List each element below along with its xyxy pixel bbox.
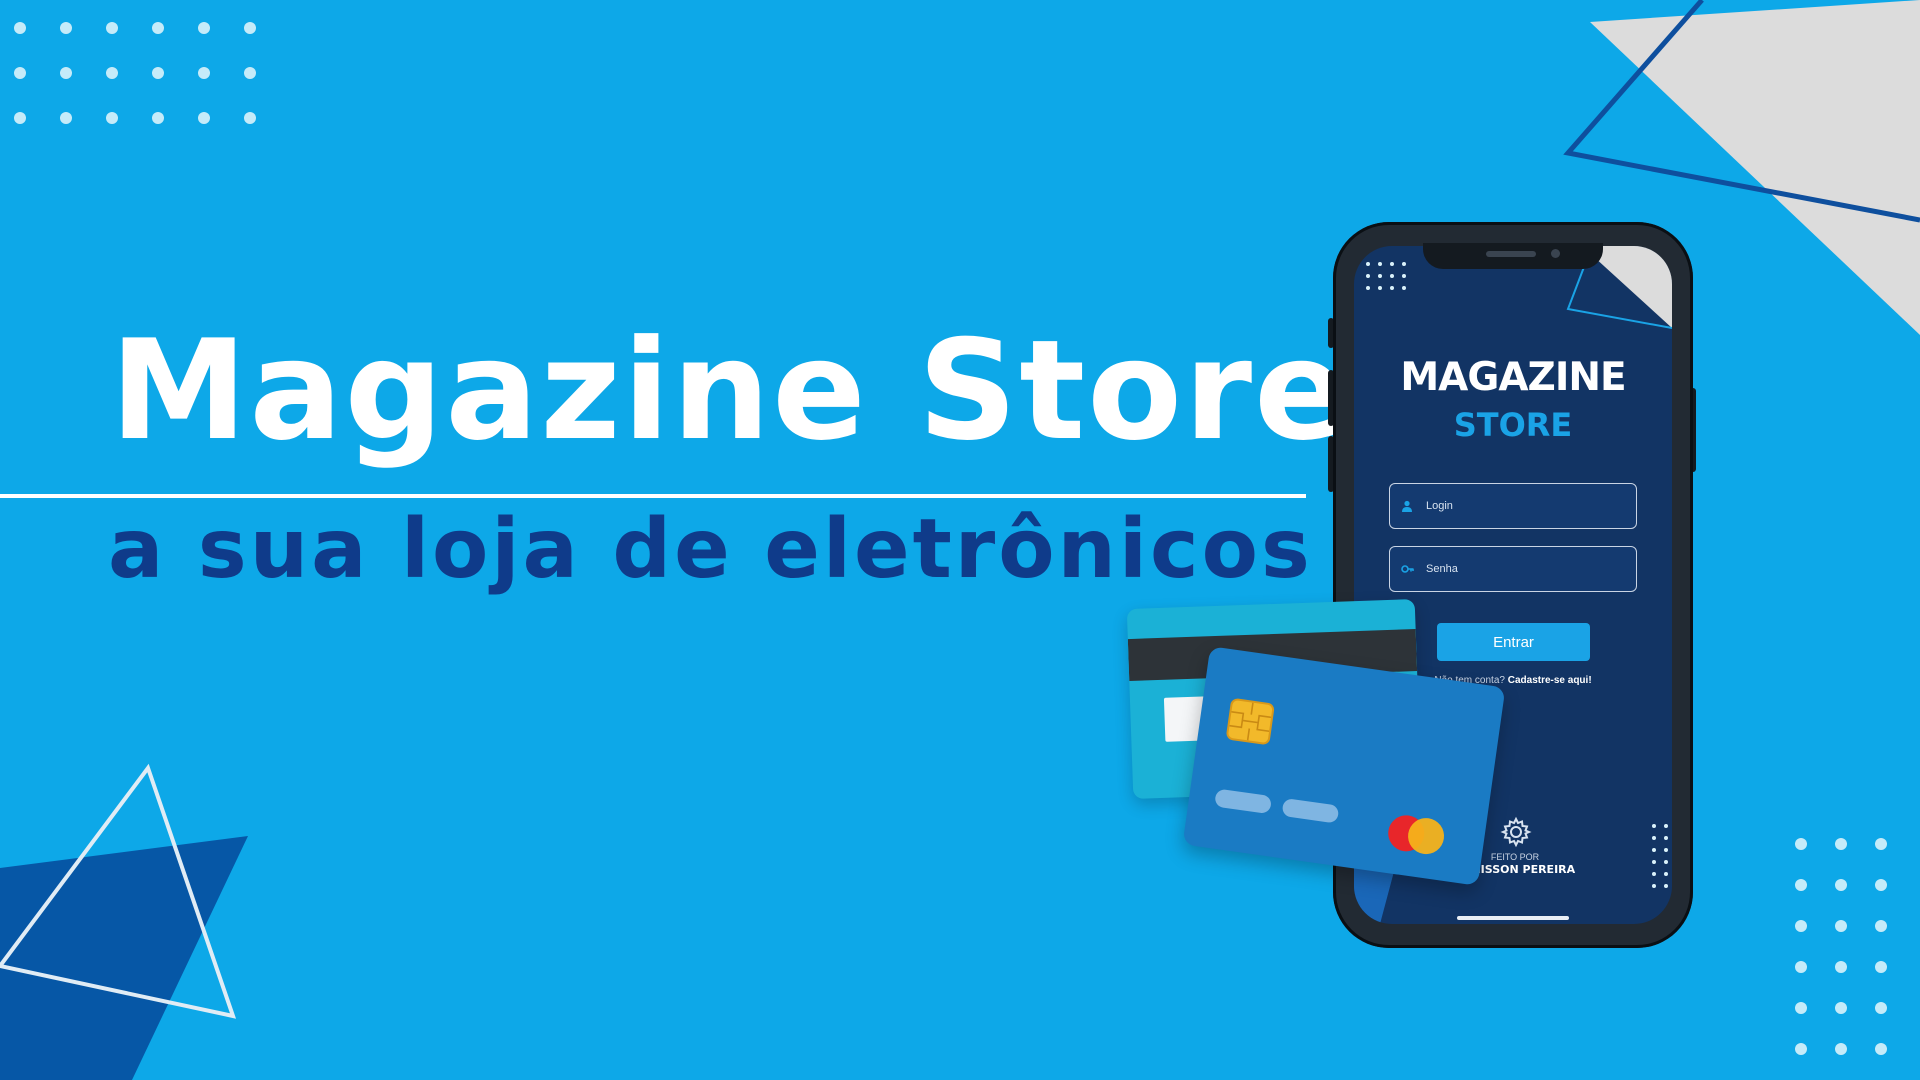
key-icon <box>1400 562 1414 576</box>
hero-divider <box>0 494 1306 498</box>
decorative-dots-bottom-right <box>1795 838 1915 1080</box>
card-chip-icon <box>1225 697 1275 746</box>
card-number-block-2 <box>1281 797 1340 824</box>
decorative-dots-top-left <box>14 22 290 157</box>
hero-subtitle: a sua loja de eletrônicos <box>108 502 1313 597</box>
home-indicator <box>1457 916 1569 920</box>
password-input[interactable] <box>1426 563 1626 575</box>
app-logo-line2: STORE <box>1453 406 1573 444</box>
gear-icon <box>1500 816 1532 853</box>
navy-triangle-bottom-left <box>0 836 248 1080</box>
card-number-block-1 <box>1214 788 1273 815</box>
user-icon <box>1400 499 1414 513</box>
enter-button[interactable]: Entrar <box>1437 623 1590 661</box>
hero-title: Magazine Store <box>110 310 1350 471</box>
credit-card-front <box>1182 646 1506 886</box>
phone-speaker <box>1486 251 1536 257</box>
login-field[interactable] <box>1389 483 1637 529</box>
app-logo-line1: MAGAZINE <box>1400 355 1626 400</box>
signup-link[interactable]: Cadastre-se aqui! <box>1508 675 1592 686</box>
login-input[interactable] <box>1426 500 1626 512</box>
mastercard-logo-icon <box>1383 811 1451 864</box>
phone-camera <box>1551 249 1560 258</box>
password-field[interactable] <box>1389 546 1637 592</box>
